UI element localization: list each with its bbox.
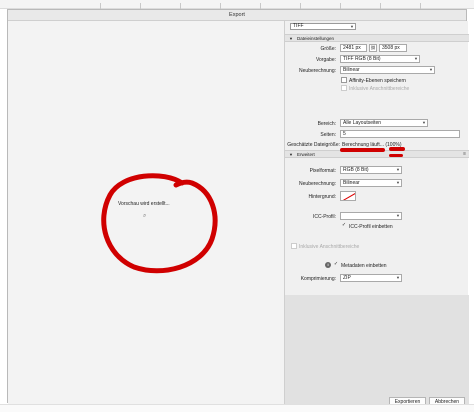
menu-icon[interactable]: ≡: [463, 151, 466, 158]
chevron-down-icon: ▼: [396, 213, 400, 218]
resample-select[interactable]: Bilinear ▼: [340, 66, 435, 74]
compression-value: ZIP: [343, 275, 351, 281]
link-icon[interactable]: ⛓: [369, 44, 377, 52]
annotation-circle: [101, 173, 218, 274]
adv-bleed-label: Inklusive Anschnittbereiche: [299, 244, 360, 250]
area-value: Alle Layoutseiten: [343, 120, 382, 126]
pixel-format-label: Pixelformat:: [309, 168, 336, 174]
annotation-redaction: [340, 148, 385, 152]
area-select[interactable]: Alle Layoutseiten ▼: [340, 119, 428, 127]
embed-icc-checkbox[interactable]: ✓: [341, 223, 347, 229]
dialog-title: Export: [8, 10, 466, 21]
compression-select[interactable]: ZIP ▼: [340, 274, 402, 282]
export-dialog: Export Vorschau wird erstellt... ⌕ TIFF …: [7, 9, 469, 407]
filesize-label: Geschätzte Dateigröße:: [287, 142, 340, 148]
chevron-down-icon: ▼: [396, 180, 400, 185]
panel-empty-area: [285, 295, 469, 404]
resample-label: Neuberechnung:: [299, 68, 336, 74]
file-settings-title: Dateieinstellungen: [297, 36, 335, 41]
collapse-triangle-icon: ▼: [289, 36, 293, 41]
format-select[interactable]: TIFF ▼: [290, 23, 356, 30]
width-input[interactable]: 2481 px: [340, 44, 367, 52]
pages-label: Seiten:: [320, 132, 336, 138]
bleed-checkbox[interactable]: [341, 85, 347, 91]
chevron-down-icon: ▼: [396, 275, 400, 280]
adv-resample-select[interactable]: Bilinear ▼: [340, 179, 402, 187]
file-settings-header[interactable]: ▼ Dateieinstellungen: [285, 34, 469, 42]
preset-label: Vorgabe:: [315, 57, 336, 63]
format-value: TIFF: [293, 23, 304, 29]
resample-value: Bilinear: [343, 67, 360, 73]
chevron-down-icon: ▼: [422, 120, 426, 125]
icc-label: ICC-Profil:: [312, 214, 336, 220]
background-window-toolbar: [0, 0, 474, 9]
preset-select[interactable]: TIFF RGB (8 Bit) ▼: [340, 55, 420, 63]
pixel-format-value: RGB (8 Bit): [343, 167, 369, 173]
adv-resample-label: Neuberechnung:: [299, 181, 336, 187]
pages-input[interactable]: 5: [340, 130, 460, 138]
compression-label: Komprimierung:: [300, 276, 336, 282]
pixel-format-select[interactable]: RGB (8 Bit) ▼: [340, 166, 402, 174]
chevron-down-icon: ▼: [429, 67, 433, 72]
export-settings-panel: TIFF ▼ ▼ Dateieinstellungen Größe: 2481 …: [284, 21, 469, 407]
advanced-title: Erweitert: [297, 152, 315, 157]
adv-resample-value: Bilinear: [343, 180, 360, 186]
area-label: Bereich:: [317, 121, 336, 127]
icc-select[interactable]: ▼: [340, 212, 402, 220]
size-label: Größe:: [320, 46, 336, 52]
affinity-layers-checkbox[interactable]: [341, 77, 347, 83]
chevron-down-icon: ▼: [396, 167, 400, 172]
affinity-layers-label: Affinity-Ebenen speichern: [349, 78, 406, 84]
preview-area: Vorschau wird erstellt... ⌕: [8, 21, 284, 404]
info-icon[interactable]: i: [325, 262, 331, 268]
background-label: Hintergrund:: [308, 194, 336, 200]
annotation-redaction: [389, 147, 405, 151]
collapse-triangle-icon: ▼: [289, 152, 293, 157]
annotation-redaction: [389, 154, 403, 157]
chevron-down-icon: ▼: [350, 24, 354, 29]
metadata-checkbox[interactable]: ✓: [333, 262, 339, 268]
background-swatch[interactable]: [340, 191, 356, 201]
adv-bleed-checkbox[interactable]: [291, 243, 297, 249]
height-input[interactable]: 3508 px: [379, 44, 407, 52]
preset-value: TIFF RGB (8 Bit): [343, 56, 381, 62]
bleed-label: Inklusive Anschnittbereiche: [349, 86, 410, 92]
embed-icc-label: ICC-Profil einbetten: [349, 224, 393, 230]
chevron-down-icon: ▼: [414, 56, 418, 61]
background-window-bottom: [0, 404, 474, 412]
metadata-label: Metadaten einbetten: [341, 263, 387, 269]
